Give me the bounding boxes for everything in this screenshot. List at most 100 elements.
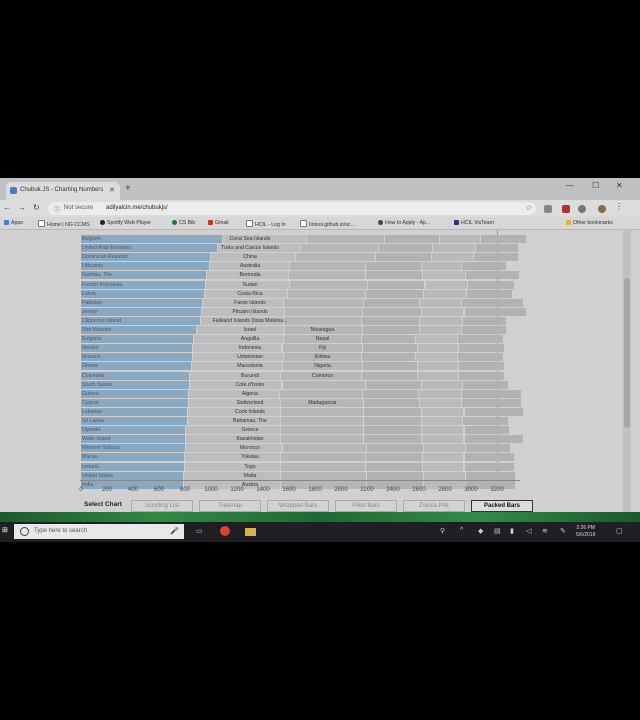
profile-avatar[interactable] <box>598 205 606 213</box>
chart-bar[interactable] <box>461 262 507 271</box>
chart-bar[interactable] <box>363 326 420 334</box>
chart-bar[interactable] <box>364 435 421 444</box>
chart-bar[interactable] <box>421 307 464 316</box>
chart-bar[interactable] <box>281 417 364 425</box>
chart-bar[interactable] <box>422 462 464 471</box>
url-text[interactable]: adilyalcin.me/chubukjs/ <box>106 205 168 211</box>
chart-bar[interactable] <box>364 426 421 435</box>
chart-bar[interactable] <box>419 389 461 398</box>
camera-extension-icon[interactable] <box>544 205 552 213</box>
chart-bar[interactable] <box>459 371 504 380</box>
chart-bar[interactable] <box>424 471 465 480</box>
chart-bar[interactable] <box>363 344 417 353</box>
mic-icon[interactable]: 🎤 <box>170 527 179 535</box>
chart-bar[interactable] <box>465 271 520 280</box>
chart-bar[interactable] <box>283 298 364 307</box>
chart-bar[interactable] <box>467 289 512 298</box>
chart-bar[interactable] <box>420 398 461 407</box>
treemap-button[interactable]: Treemap <box>199 500 261 512</box>
wifi-icon[interactable]: ≋ <box>542 527 548 535</box>
chart-bar[interactable] <box>300 244 378 253</box>
chart-bar[interactable] <box>81 235 222 243</box>
chart-bar[interactable] <box>476 244 519 253</box>
chart-bar[interactable] <box>282 444 366 453</box>
chart-bar[interactable] <box>281 471 366 480</box>
chart-bar[interactable] <box>361 371 417 380</box>
browser-tab[interactable]: Chubuk.JS - Charting Numbers ✕ <box>6 182 120 200</box>
chart-bar[interactable] <box>463 417 508 425</box>
chart-bar[interactable] <box>279 389 363 398</box>
info-icon[interactable]: ⓘ <box>54 205 60 214</box>
task-view-icon[interactable]: ▭ <box>196 527 203 535</box>
chart-bar[interactable] <box>363 307 421 316</box>
clock[interactable]: 2:26 PM 5/6/2019 <box>576 525 595 539</box>
chart-bar[interactable] <box>432 253 473 262</box>
chart-bar[interactable] <box>281 462 365 471</box>
chart-bar[interactable] <box>464 407 524 416</box>
packed-bars-button[interactable]: Packed Bars <box>471 500 533 512</box>
chart-bar[interactable] <box>421 262 461 271</box>
chart-bar[interactable] <box>463 380 508 389</box>
bookmark-item[interactable]: HCIL - Log In <box>246 220 286 228</box>
chart-bar[interactable] <box>281 426 364 435</box>
bookmark-item[interactable]: HCIL VisTeam <box>454 220 494 226</box>
chart-bar[interactable] <box>364 407 421 416</box>
chart-bar[interactable] <box>365 289 424 298</box>
chart-bar[interactable] <box>364 298 420 307</box>
chart-bar[interactable] <box>378 244 433 253</box>
chart-bar[interactable] <box>461 326 507 334</box>
chart-bar[interactable] <box>417 344 459 353</box>
chart-bar[interactable] <box>367 471 424 480</box>
scrollbar[interactable] <box>623 230 631 512</box>
chart-bar[interactable] <box>416 335 457 344</box>
chart-bar[interactable] <box>361 335 416 344</box>
chart-bar[interactable] <box>285 307 363 316</box>
extension-icon[interactable] <box>578 205 586 213</box>
chart-bar[interactable] <box>295 253 376 262</box>
piled-bars-button[interactable]: Piled Bars <box>335 500 397 512</box>
start-icon[interactable]: ⊞ <box>2 526 8 534</box>
chart-bar[interactable] <box>365 380 421 389</box>
chart-bar[interactable] <box>425 280 468 289</box>
chart-bar[interactable] <box>473 253 519 262</box>
close-tab-icon[interactable]: ✕ <box>109 186 115 194</box>
chart-bar[interactable] <box>461 398 521 407</box>
chart-bar[interactable] <box>463 316 507 325</box>
chart-bar[interactable] <box>365 262 421 271</box>
people-icon[interactable]: ⚲ <box>440 527 445 535</box>
dropbox-icon[interactable]: ◆ <box>478 527 483 535</box>
taskbar-search[interactable]: Type here to search 🎤 <box>14 524 184 539</box>
bookmark-item[interactable]: Spotify Web Player <box>100 220 151 226</box>
file-explorer-icon[interactable] <box>245 528 256 536</box>
chart-bar[interactable] <box>365 271 422 280</box>
chart-bar[interactable] <box>461 389 521 398</box>
chart-bar[interactable] <box>459 362 504 371</box>
chevron-up-icon[interactable]: ^ <box>460 527 463 534</box>
chart-bar[interactable] <box>368 280 425 289</box>
bookmark-apps[interactable]: Apps <box>4 220 23 226</box>
reload-icon[interactable]: ↻ <box>33 203 40 212</box>
chart-bar[interactable] <box>307 235 385 243</box>
notifications-icon[interactable]: ▢ <box>616 527 623 535</box>
close-window-icon[interactable]: ✕ <box>616 181 623 190</box>
address-bar[interactable]: ⓘ Not secure adilyalcin.me/chubukjs/ ☆ <box>48 202 536 215</box>
chart-bar[interactable] <box>481 235 526 243</box>
scrollbar-thumb[interactable] <box>624 278 630 428</box>
chart-bar[interactable] <box>282 380 365 389</box>
chart-bar[interactable] <box>422 271 465 280</box>
chart-bar[interactable] <box>421 426 464 435</box>
chart-bar[interactable] <box>464 426 509 435</box>
chart-bar[interactable] <box>289 271 365 280</box>
bookmark-star-icon[interactable]: ☆ <box>526 204 532 212</box>
chart-bar[interactable] <box>433 244 476 253</box>
bookmark-item[interactable]: Iintool.github.io/sc... <box>300 220 355 228</box>
bookmark-item[interactable]: CS Bib <box>172 220 195 226</box>
chart-bar[interactable] <box>290 262 365 271</box>
zvinca-plot-button[interactable]: Zvinca Plot <box>403 500 465 512</box>
minimize-icon[interactable]: — <box>566 181 574 190</box>
chart-bar[interactable] <box>361 353 416 362</box>
chart-bar[interactable] <box>424 289 467 298</box>
chart-bar[interactable] <box>416 353 457 362</box>
back-icon[interactable]: ← <box>3 203 11 212</box>
chart-bar[interactable] <box>424 444 465 453</box>
